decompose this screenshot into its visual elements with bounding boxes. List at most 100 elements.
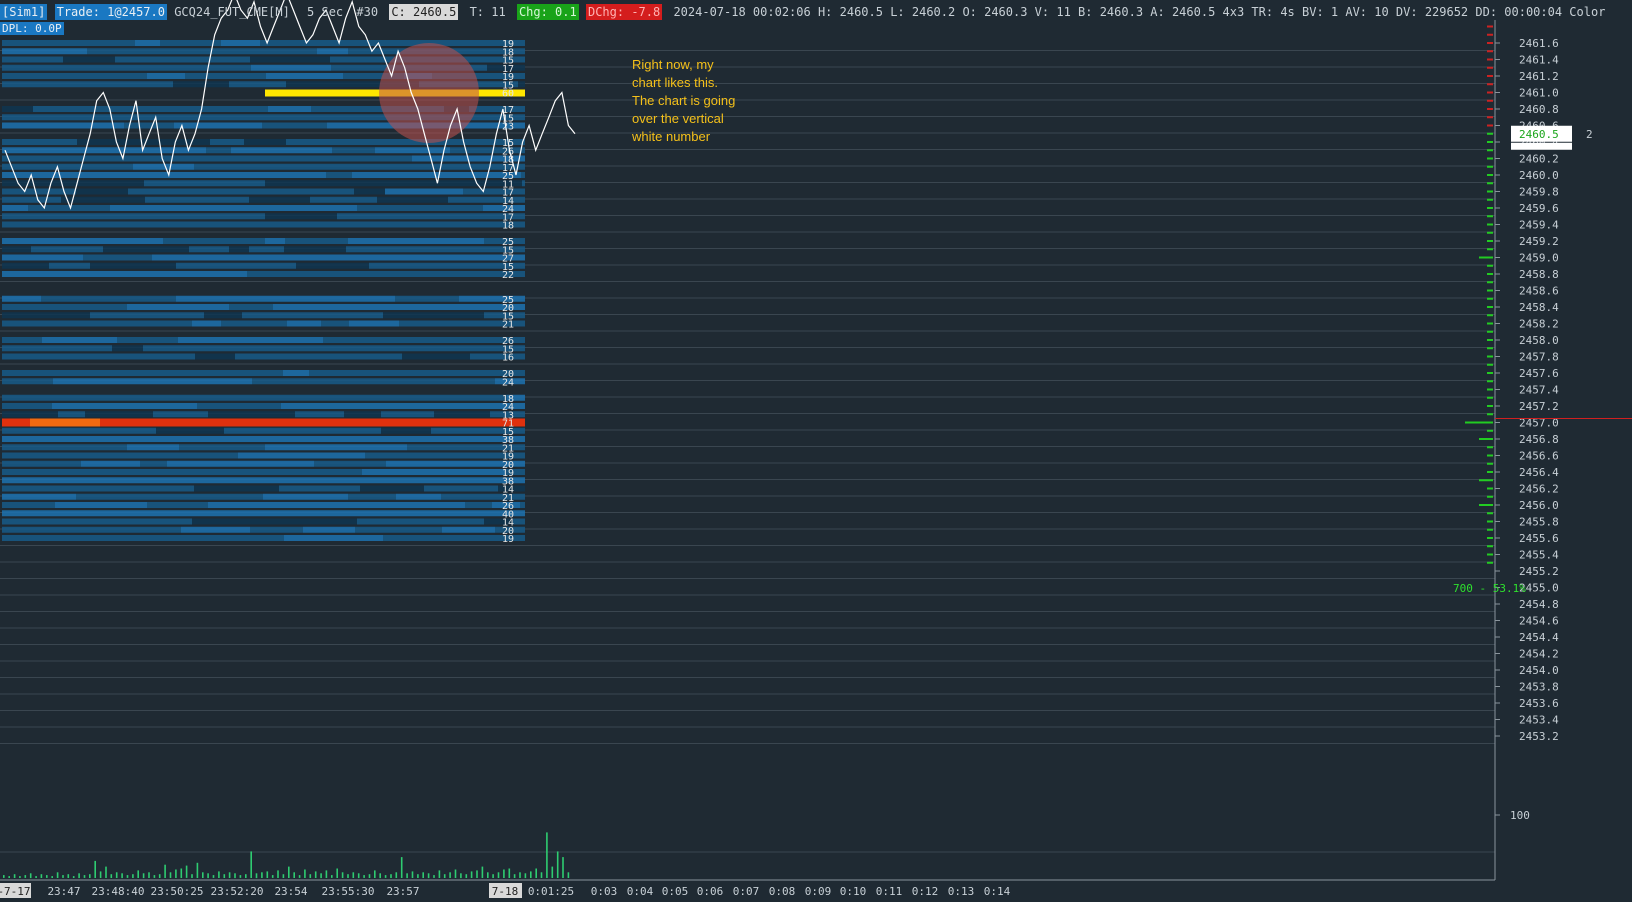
depth-cell [267,188,354,195]
depth-cell [263,493,348,500]
depth-cell [383,254,419,261]
depth-cell [377,196,397,203]
depth-cell [179,444,245,451]
depth-cell [457,48,487,55]
depth-cell [135,40,160,46]
depth-cell [458,427,525,434]
depth-cell [434,271,479,277]
depth-cell [204,155,261,162]
depth-cell [115,56,177,63]
depth-cell [448,196,502,203]
depth-quantity: 16 [502,353,514,364]
depth-cell [2,444,38,451]
depth-cell [368,378,443,385]
depth-cell [53,205,83,211]
depth-cell [42,337,70,343]
depth-cell [233,535,284,541]
volume-bar [250,851,252,878]
volume-bar [476,870,478,878]
depth-cell [474,213,496,220]
volume-bar [374,870,376,878]
depth-cell [209,196,249,203]
depth-cell [176,295,202,302]
depth-cell [71,81,137,88]
depth-cell [116,312,204,319]
depth-cell [2,535,76,541]
depth-cell [229,246,249,253]
volume-bar [164,864,166,878]
depth-cell [33,238,93,244]
depth-cell [2,353,34,360]
depth-quantity: 22 [502,270,514,281]
volume-bar [314,871,317,878]
depth-cell [375,147,399,154]
depth-cell [99,469,129,475]
depth-cell [373,139,395,145]
depth-cell [106,427,127,434]
depth-cell [133,163,194,170]
time-label: 23:54 [274,885,307,898]
volume-bar [513,874,516,878]
volume-bar [449,872,451,878]
volume-bar [35,876,37,878]
depth-cell [2,460,81,467]
depth-cell [409,312,484,319]
volume-bar [148,872,150,878]
depth-cell [359,221,442,228]
depth-cell [144,106,197,112]
depth-cell [221,320,287,327]
depth-cell [2,221,23,228]
depth-cell [191,188,217,195]
depth-cell [153,411,208,418]
depth-cell [284,246,346,253]
volume-bar [535,868,537,878]
volume-bar [261,872,263,878]
volume-bar [556,851,559,878]
time-label: 0:14 [984,885,1011,898]
volume-bar [202,872,204,878]
price-label: 2457.8 [1519,351,1559,364]
symbol-label[interactable]: GCQ24_FUT_CME[M] [174,4,294,20]
depth-cell [270,460,314,467]
volume-bar [309,874,312,878]
depth-cell [242,312,317,319]
depth-cell [250,526,303,533]
depth-cell [176,262,218,269]
depth-cell [342,510,407,517]
depth-cell [217,518,249,525]
depth-cell [274,345,349,352]
depth-cell [2,114,59,121]
depth-cell [2,205,28,211]
price-label: 2459.0 [1519,252,1559,265]
volume-bar [368,874,371,878]
depth-cell [332,147,375,154]
depth-cell [208,172,264,178]
depth-cell [84,180,121,187]
depth-cell [218,262,296,269]
price-label: 2461.2 [1519,70,1559,83]
depth-cell [268,469,313,475]
depth-cell [121,320,192,327]
depth-cell [27,56,63,63]
depth-cell [231,147,284,154]
volume-bar [62,875,64,878]
depth-cell [419,254,486,261]
volume-bar [67,874,70,878]
dom-bars [1465,25,1493,564]
time-axis: -7-17 23:47 23:48:40 23:50:25 23:52:20 23:54 2… [0,883,1011,898]
depth-cell [360,485,424,492]
depth-cell [206,147,231,154]
price-chart[interactable]: 1918151719156017152315261817251117142417… [0,0,1632,902]
time-label: 7-18 [492,885,519,898]
depth-cell [198,460,270,467]
volume-bar [465,874,468,878]
depth-cell [33,106,96,112]
depth-cell [34,353,55,360]
depth-cell [358,337,446,343]
interval-label[interactable]: 5 Sec [301,4,349,20]
depth-cell [2,510,35,517]
chart-header: [Sim1] Trade: 1@2457.0 GCQ24_FUT_CME[M] … [0,4,1609,20]
depth-cell [425,196,448,203]
depth-cell [233,163,275,170]
depth-cell [404,213,474,220]
